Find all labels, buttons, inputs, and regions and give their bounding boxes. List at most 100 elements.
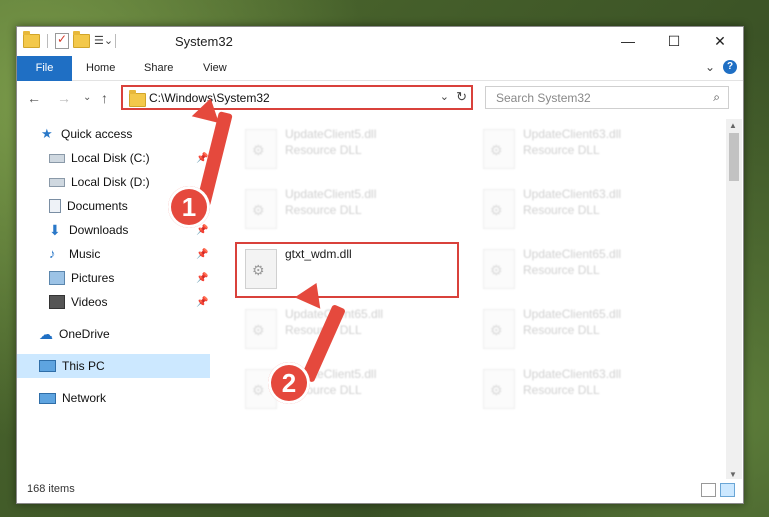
separator bbox=[115, 34, 116, 48]
sidebar-item-label: Documents bbox=[67, 199, 128, 213]
music-icon: ♪ bbox=[49, 246, 56, 261]
dll-file-icon bbox=[245, 189, 277, 229]
dll-file-icon bbox=[245, 309, 277, 349]
file-name: UpdateClient63.dll bbox=[523, 127, 622, 141]
file-item[interactable]: UpdateClient63.dll Resource DLL bbox=[475, 123, 685, 173]
window-title: System32 bbox=[175, 34, 233, 49]
sidebar-item-network[interactable]: Network bbox=[39, 387, 106, 409]
sidebar-item-label: This PC bbox=[62, 359, 105, 373]
recent-locations-button[interactable]: ⌄ bbox=[83, 92, 91, 103]
tab-share[interactable]: Share bbox=[144, 56, 173, 80]
address-bar[interactable]: C:\Windows\System32 ⌄ ↻ bbox=[121, 85, 473, 110]
up-button[interactable]: ↑ bbox=[101, 90, 108, 106]
sidebar-item-label: Network bbox=[62, 391, 107, 405]
search-box[interactable]: Search System32 ⌕ bbox=[485, 86, 729, 109]
sidebar-item-downloads[interactable]: ⬇ Downloads bbox=[49, 219, 128, 241]
sidebar-item-label: Quick access bbox=[61, 127, 133, 141]
file-item[interactable]: UpdateClient65.dll Resource DLL bbox=[475, 243, 685, 293]
minimize-button[interactable]: — bbox=[605, 27, 651, 55]
file-item[interactable]: UpdateClient63.dll Resource DLL bbox=[475, 363, 685, 413]
file-type: Resource DLL bbox=[523, 383, 600, 397]
file-highlight-box bbox=[235, 242, 459, 298]
file-type: Resource DLL bbox=[523, 263, 600, 277]
expand-ribbon-icon[interactable]: ⌄ bbox=[705, 60, 715, 74]
customize-toolbar-icon[interactable]: ☰⌄ bbox=[94, 34, 113, 48]
ribbon-tabs: File Home Share View ⌄ ? bbox=[17, 56, 743, 106]
drive-icon bbox=[49, 153, 65, 163]
vertical-scrollbar[interactable]: ▲ ▼ bbox=[726, 119, 742, 481]
sidebar-item-documents[interactable]: Documents bbox=[49, 195, 128, 217]
address-dropdown-icon[interactable]: ⌄ bbox=[440, 90, 449, 103]
file-item[interactable]: UpdateClient5.dll Resource DLL bbox=[237, 123, 447, 173]
pin-icon[interactable]: 📌 bbox=[196, 273, 208, 284]
close-button[interactable]: ✕ bbox=[697, 27, 743, 55]
details-view-icon[interactable] bbox=[701, 483, 716, 497]
file-list: UpdateClient5.dll Resource DLL UpdateCli… bbox=[213, 119, 725, 479]
explorer-window: ☰⌄ System32 — ☐ ✕ File Home Share View ⌄… bbox=[16, 26, 744, 504]
sidebar-item-label: Downloads bbox=[69, 223, 129, 237]
title-bar: ☰⌄ System32 — ☐ ✕ bbox=[17, 27, 743, 55]
scroll-up-icon[interactable]: ▲ bbox=[729, 121, 737, 130]
forward-button[interactable]: → bbox=[57, 90, 71, 106]
sidebar-item-music[interactable]: ♪ Music bbox=[49, 243, 100, 265]
sidebar-item-label: Music bbox=[69, 247, 101, 261]
scrollbar-thumb[interactable] bbox=[729, 133, 739, 181]
navigation-bar: ← → ⌄ ↑ C:\Windows\System32 ⌄ ↻ Search S… bbox=[17, 81, 743, 115]
sidebar-item-this-pc[interactable]: This PC bbox=[39, 355, 105, 377]
file-name: UpdateClient5.dll bbox=[285, 187, 377, 201]
pin-icon[interactable]: 📌 bbox=[196, 225, 208, 236]
help-icon[interactable]: ? bbox=[723, 60, 737, 74]
file-name: UpdateClient5.dll bbox=[285, 127, 377, 141]
folder-icon[interactable] bbox=[23, 31, 40, 48]
separator bbox=[47, 34, 48, 48]
navigation-pane: ★ Quick access Local Disk (C:) 📌 Local D… bbox=[17, 119, 212, 479]
large-icons-view-icon[interactable] bbox=[720, 483, 735, 497]
file-type: Resource DLL bbox=[523, 323, 600, 337]
star-icon: ★ bbox=[41, 126, 53, 141]
search-icon[interactable]: ⌕ bbox=[713, 90, 720, 105]
tab-view[interactable]: View bbox=[203, 56, 227, 80]
item-count: 168 items bbox=[27, 483, 75, 495]
sidebar-item-onedrive[interactable]: ☁ OneDrive bbox=[39, 323, 110, 345]
dll-file-icon bbox=[483, 309, 515, 349]
computer-icon bbox=[39, 360, 56, 372]
sidebar-item-label: Videos bbox=[71, 295, 108, 309]
file-type: Resource DLL bbox=[285, 143, 362, 157]
back-button[interactable]: ← bbox=[27, 90, 41, 106]
pin-icon[interactable]: 📌 bbox=[196, 297, 208, 308]
pictures-icon bbox=[49, 271, 65, 285]
sidebar-item-label: Local Disk (D:) bbox=[71, 175, 150, 189]
refresh-icon[interactable]: ↻ bbox=[456, 89, 467, 105]
pin-icon[interactable]: 📌 bbox=[196, 249, 208, 260]
scroll-down-icon[interactable]: ▼ bbox=[729, 470, 737, 479]
file-item[interactable]: UpdateClient63.dll Resource DLL bbox=[475, 183, 685, 233]
cloud-icon: ☁ bbox=[39, 326, 53, 342]
file-type: Resource DLL bbox=[523, 203, 600, 217]
videos-icon bbox=[49, 295, 65, 309]
properties-icon[interactable] bbox=[55, 32, 69, 49]
sidebar-item-local-disk-c[interactable]: Local Disk (C:) bbox=[49, 147, 150, 169]
download-icon: ⬇ bbox=[49, 222, 61, 238]
file-name: UpdateClient65.dll bbox=[523, 307, 622, 321]
sidebar-item-local-disk-d[interactable]: Local Disk (D:) bbox=[49, 171, 150, 193]
file-name: UpdateClient65.dll bbox=[523, 247, 622, 261]
dll-file-icon bbox=[483, 129, 515, 169]
tab-home[interactable]: Home bbox=[86, 56, 115, 80]
sidebar-item-label: OneDrive bbox=[59, 327, 110, 341]
sidebar-item-label: Local Disk (C:) bbox=[71, 151, 150, 165]
maximize-button[interactable]: ☐ bbox=[651, 27, 697, 55]
sidebar-item-quick-access[interactable]: ★ Quick access bbox=[41, 123, 132, 145]
quick-access-toolbar: ☰⌄ bbox=[23, 31, 119, 49]
sidebar-item-pictures[interactable]: Pictures bbox=[49, 267, 114, 289]
status-bar: 168 items bbox=[17, 479, 743, 503]
step-2-badge: 2 bbox=[268, 362, 310, 404]
file-type: Resource DLL bbox=[285, 203, 362, 217]
dll-file-icon bbox=[483, 249, 515, 289]
new-folder-icon[interactable] bbox=[73, 31, 90, 48]
search-input[interactable]: Search System32 bbox=[496, 91, 591, 105]
file-item[interactable]: UpdateClient65.dll Resource DLL bbox=[475, 303, 685, 353]
sidebar-item-videos[interactable]: Videos bbox=[49, 291, 107, 313]
view-switcher bbox=[701, 483, 735, 497]
file-type: Resource DLL bbox=[523, 143, 600, 157]
file-item[interactable]: UpdateClient5.dll Resource DLL bbox=[237, 183, 447, 233]
